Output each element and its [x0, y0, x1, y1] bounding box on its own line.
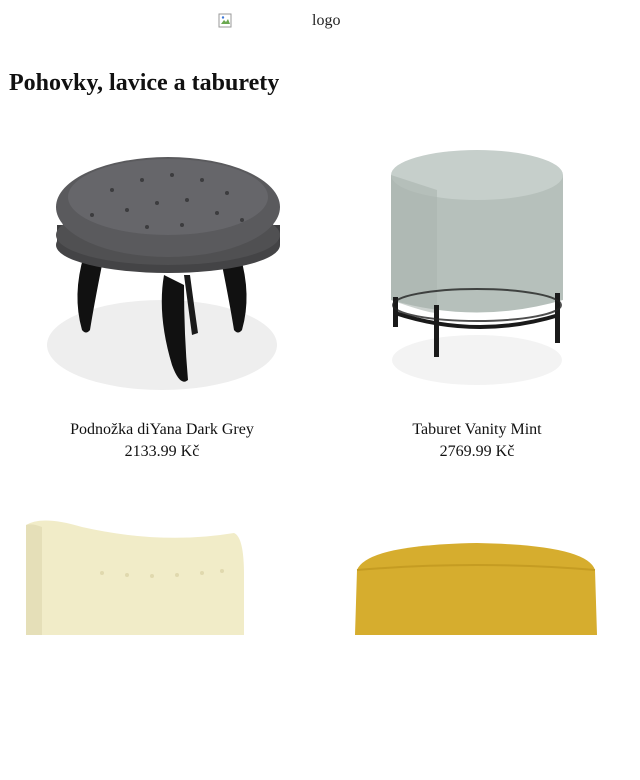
- product-name[interactable]: Podnožka diYana Dark Grey: [12, 419, 312, 441]
- page-title: Pohovky, lavice a taburety: [9, 70, 280, 96]
- site-logo[interactable]: logo: [218, 10, 340, 32]
- product-image[interactable]: [327, 135, 627, 400]
- product-name[interactable]: Taburet Vanity Mint: [327, 419, 627, 441]
- broken-image-icon: [218, 13, 234, 29]
- product-image[interactable]: [327, 515, 627, 780]
- product-card[interactable]: Taburet Vanity Mint 2769.99 Kč: [327, 135, 627, 463]
- product-price: 2769.99 Kč: [439, 443, 515, 460]
- product-image[interactable]: [12, 135, 312, 400]
- product-image[interactable]: [12, 515, 312, 780]
- product-card[interactable]: [327, 515, 627, 780]
- logo-alt-text: logo: [312, 12, 341, 29]
- product-card[interactable]: [12, 515, 312, 780]
- product-price: 2133.99 Kč: [124, 443, 200, 460]
- product-card[interactable]: Podnožka diYana Dark Grey 2133.99 Kč: [12, 135, 312, 463]
